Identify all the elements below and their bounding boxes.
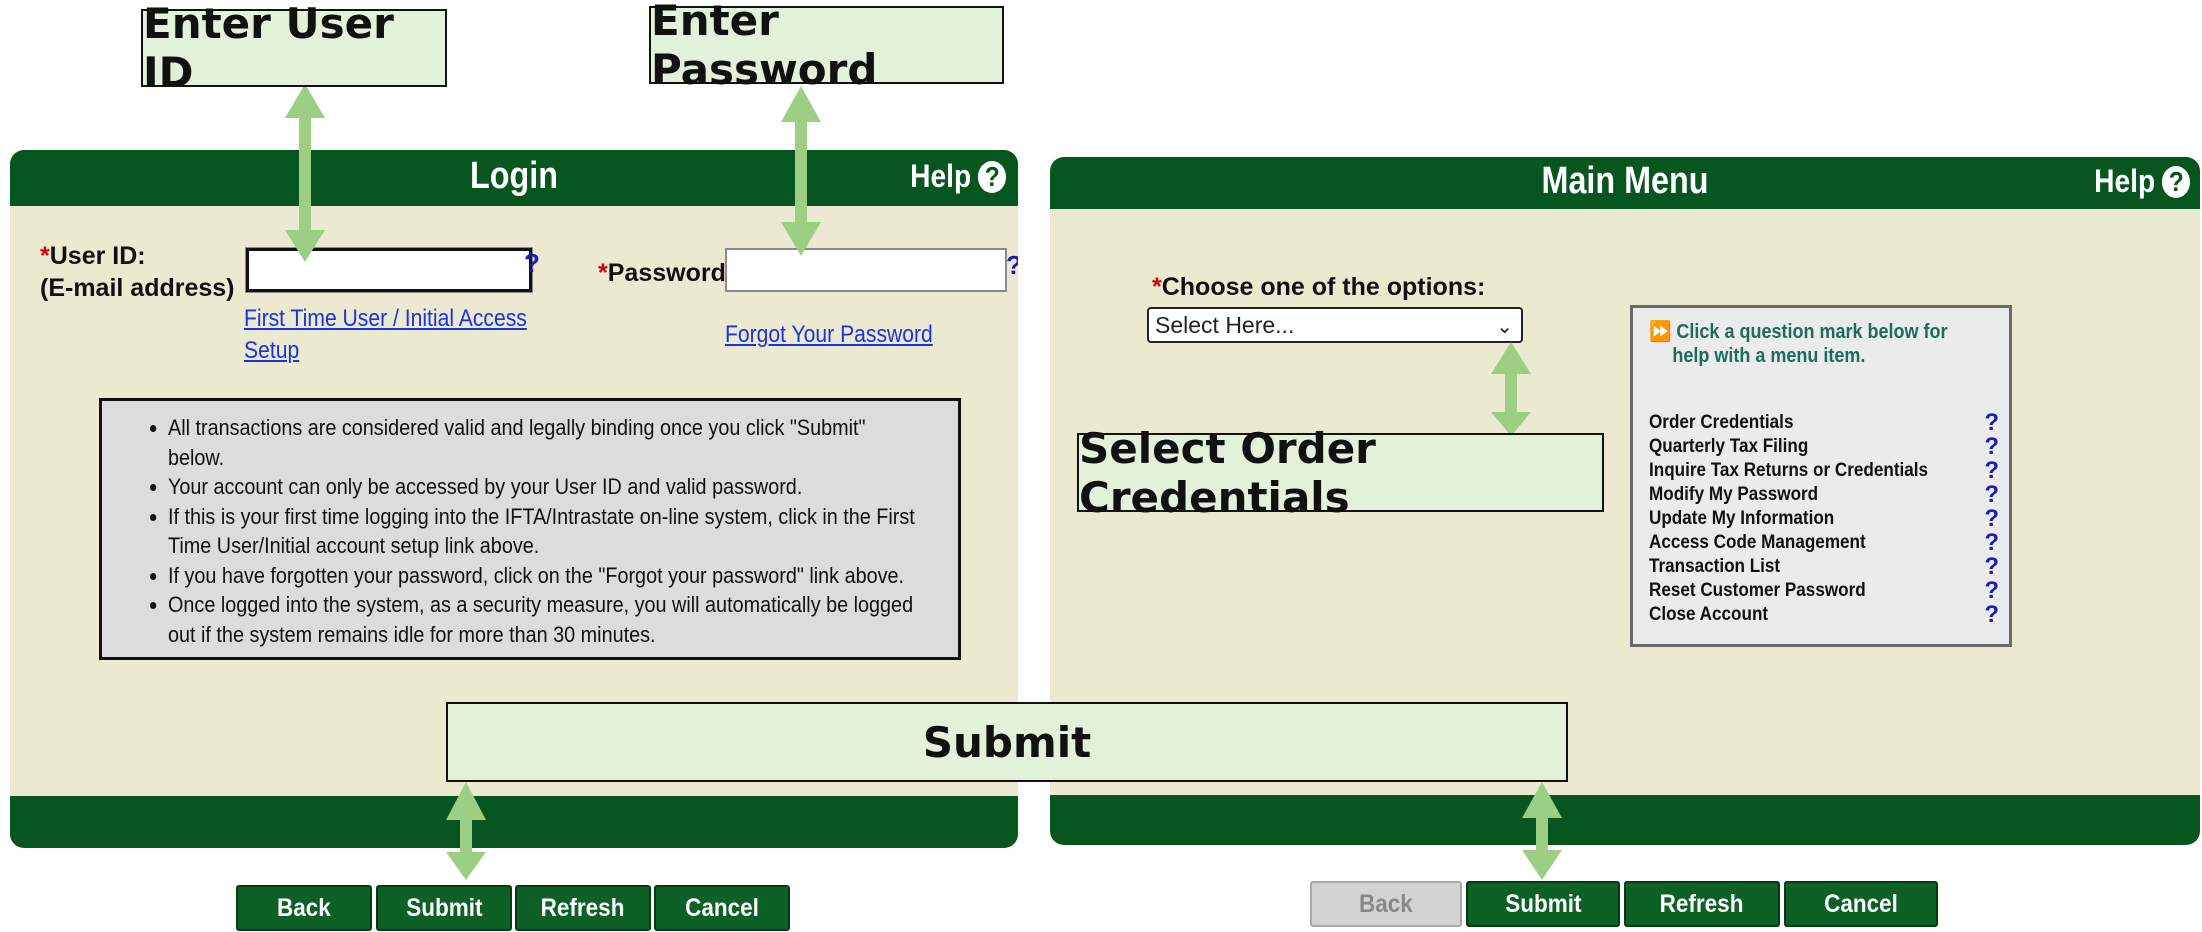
select-double-arrow: [1491, 342, 1531, 436]
menu-submit-double-arrow: [1522, 782, 1562, 880]
callout-submit: Submit: [446, 702, 1568, 782]
callout-select-order-credentials: Select Order Credentials: [1077, 424, 1604, 522]
login-submit-double-arrow: [446, 782, 486, 880]
userid-double-arrow: [285, 84, 325, 262]
callout-enter-user-id: Enter User ID: [141, 0, 447, 97]
callout-enter-password: Enter Password: [649, 0, 1004, 94]
password-double-arrow: [781, 86, 821, 256]
